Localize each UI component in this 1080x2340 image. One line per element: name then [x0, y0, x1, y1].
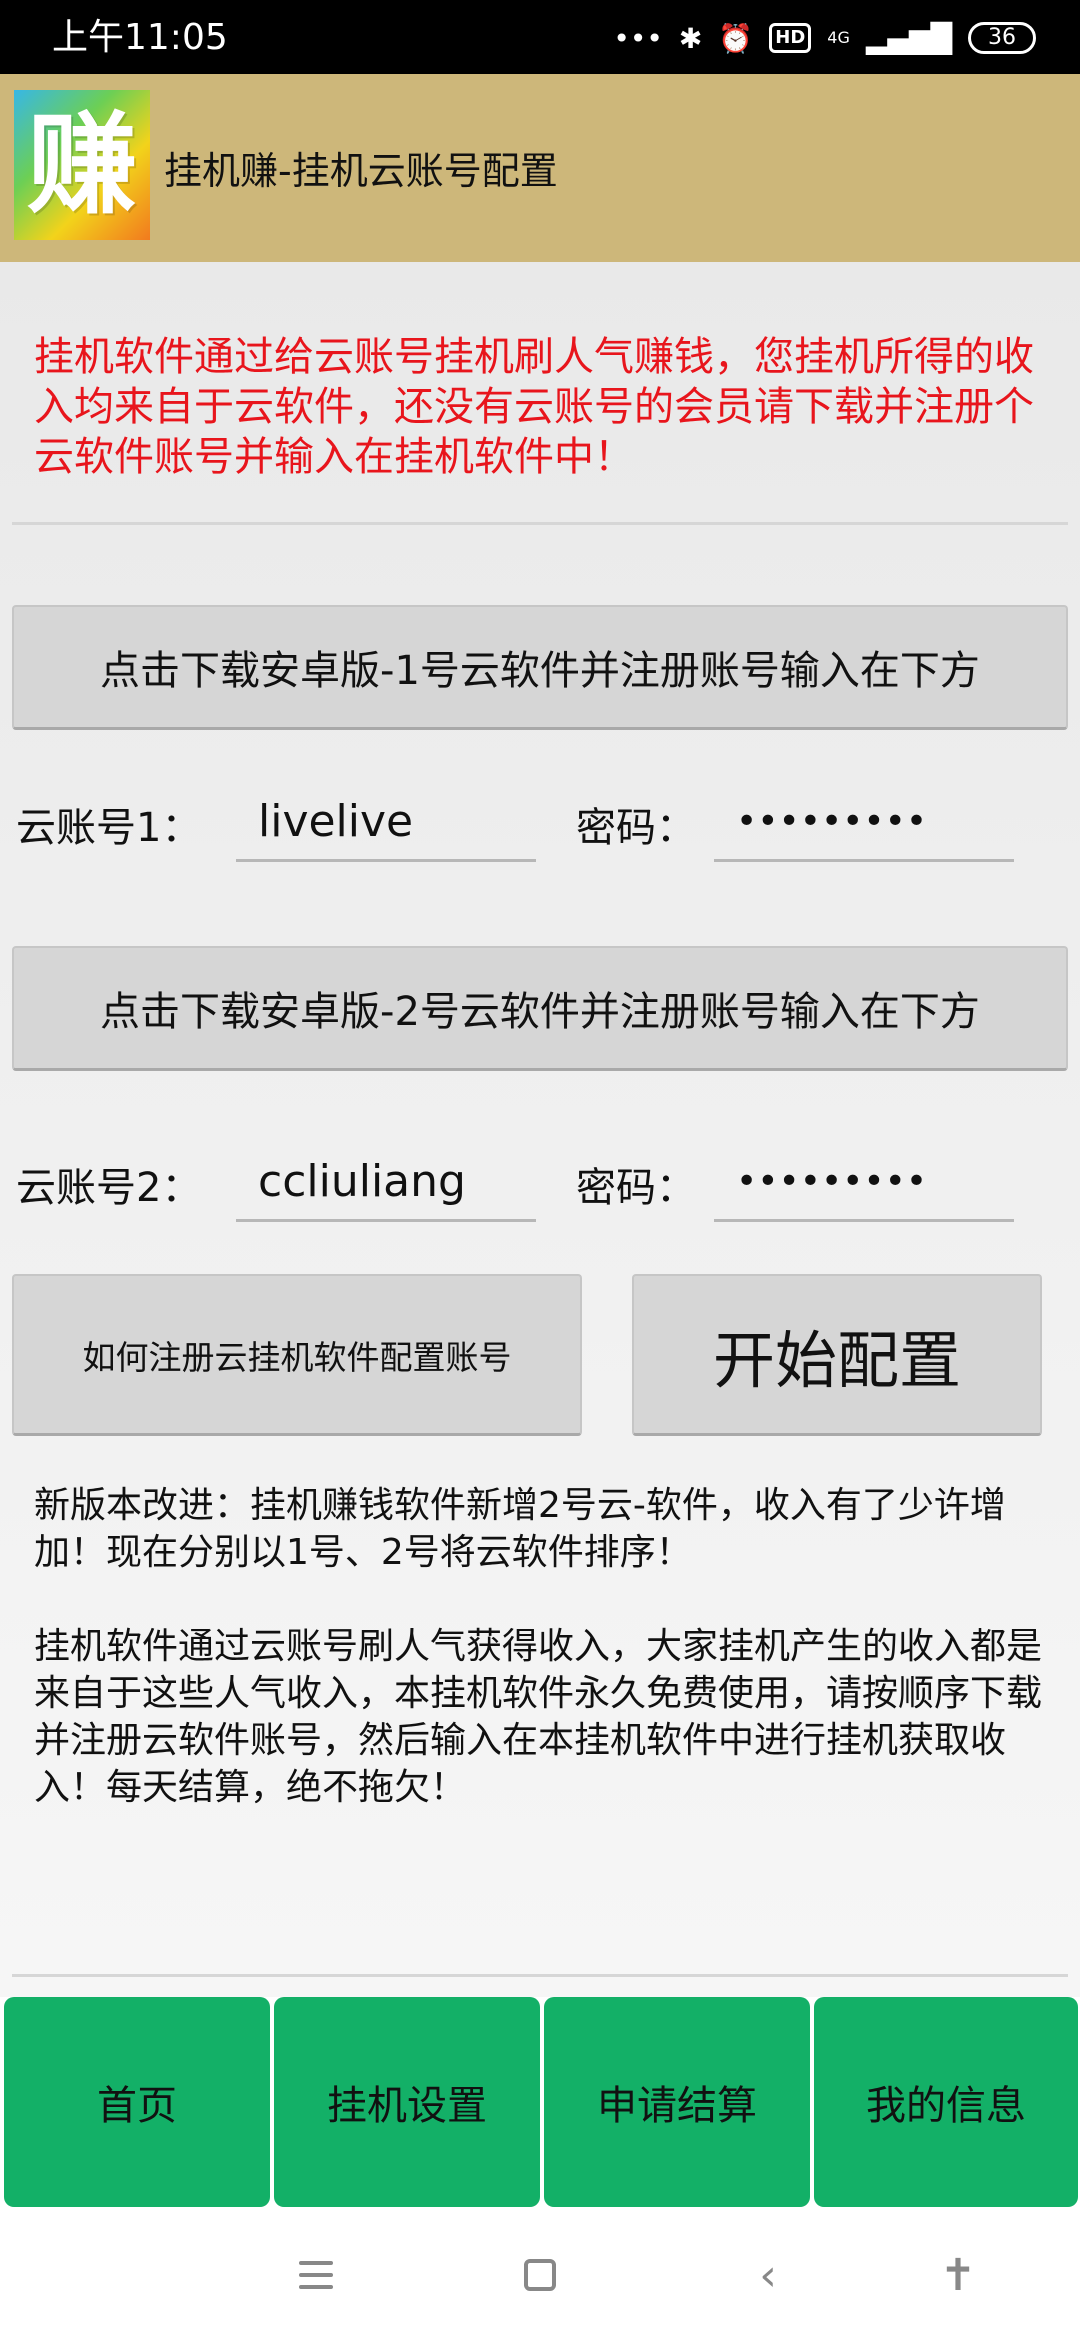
signal-icon: ▂▄▆█	[865, 21, 952, 55]
download-app1-button[interactable]: 点击下载安卓版-1号云软件并注册账号输入在下方	[12, 605, 1068, 730]
start-config-button[interactable]: 开始配置	[632, 1274, 1042, 1436]
battery-icon: 36	[968, 22, 1036, 54]
download-app2-button[interactable]: 点击下载安卓版-2号云软件并注册账号输入在下方	[12, 946, 1068, 1071]
home-icon[interactable]	[512, 2247, 568, 2303]
info-divider	[12, 1974, 1068, 1977]
title-bar: 赚 挂机赚-挂机云账号配置	[0, 74, 1080, 262]
account2-label: 云账号2：	[16, 1165, 202, 1211]
page-title: 挂机赚-挂机云账号配置	[164, 149, 558, 193]
system-navigation-bar: ‹ ✝	[0, 2207, 1080, 2340]
tab-hangup-settings[interactable]: 挂机设置	[274, 1997, 540, 2207]
account1-input[interactable]: livelive	[236, 782, 536, 862]
bluetooth-icon: ✱	[678, 21, 703, 55]
more-notifications-icon: •••	[613, 21, 663, 55]
tab-my-info[interactable]: 我的信息	[814, 1997, 1078, 2207]
notice-text: 挂机软件通过给云账号挂机刷人气赚钱，您挂机所得的收入均来自于云软件，还没有云账号…	[34, 334, 1034, 480]
password2-input[interactable]: •••••••••	[714, 1142, 1014, 1222]
hd-icon: HD	[769, 23, 812, 53]
menu-icon[interactable]	[288, 2247, 344, 2303]
account2-input[interactable]: ccliuliang	[236, 1142, 536, 1222]
config-content: 挂机软件通过给云账号挂机刷人气赚钱，您挂机所得的收入均来自于云软件，还没有云账号…	[0, 262, 1080, 1997]
info-paragraph-update: 新版本改进：挂机赚钱软件新增2号云-软件，收入有了少许增加！现在分别以1号、2号…	[34, 1485, 1006, 1573]
bottom-tab-bar: 首页 挂机设置 申请结算 我的信息	[0, 1997, 1080, 2207]
account1-label: 云账号1：	[16, 805, 202, 851]
password2-label: 密码：	[576, 1165, 696, 1211]
status-icons: ••• ✱ ⏰ HD 4G ▂▄▆█ 36	[613, 18, 1036, 58]
password1-label: 密码：	[576, 805, 696, 851]
tab-home[interactable]: 首页	[4, 1997, 270, 2207]
status-time: 上午11:05	[52, 17, 228, 58]
notice-divider	[12, 522, 1068, 525]
back-icon[interactable]: ‹	[740, 2247, 796, 2303]
status-bar: 上午11:05 ••• ✱ ⏰ HD 4G ▂▄▆█ 36	[0, 0, 1080, 74]
network-type-icon: 4G	[827, 28, 850, 47]
accessibility-icon[interactable]: ✝	[930, 2247, 986, 2303]
tab-apply-settlement[interactable]: 申请结算	[544, 1997, 810, 2207]
password1-input[interactable]: •••••••••	[714, 782, 1014, 862]
app-logo-icon: 赚	[14, 90, 150, 240]
alarm-icon: ⏰	[718, 21, 754, 55]
info-paragraph-description: 挂机软件通过云账号刷人气获得收入，大家挂机产生的收入都是来自于这些人气收入，本挂…	[34, 1626, 1043, 1808]
how-to-register-button[interactable]: 如何注册云挂机软件配置账号	[12, 1274, 582, 1436]
info-text: 新版本改进：挂机赚钱软件新增2号云-软件，收入有了少许增加！现在分别以1号、2号…	[34, 1482, 1054, 1811]
